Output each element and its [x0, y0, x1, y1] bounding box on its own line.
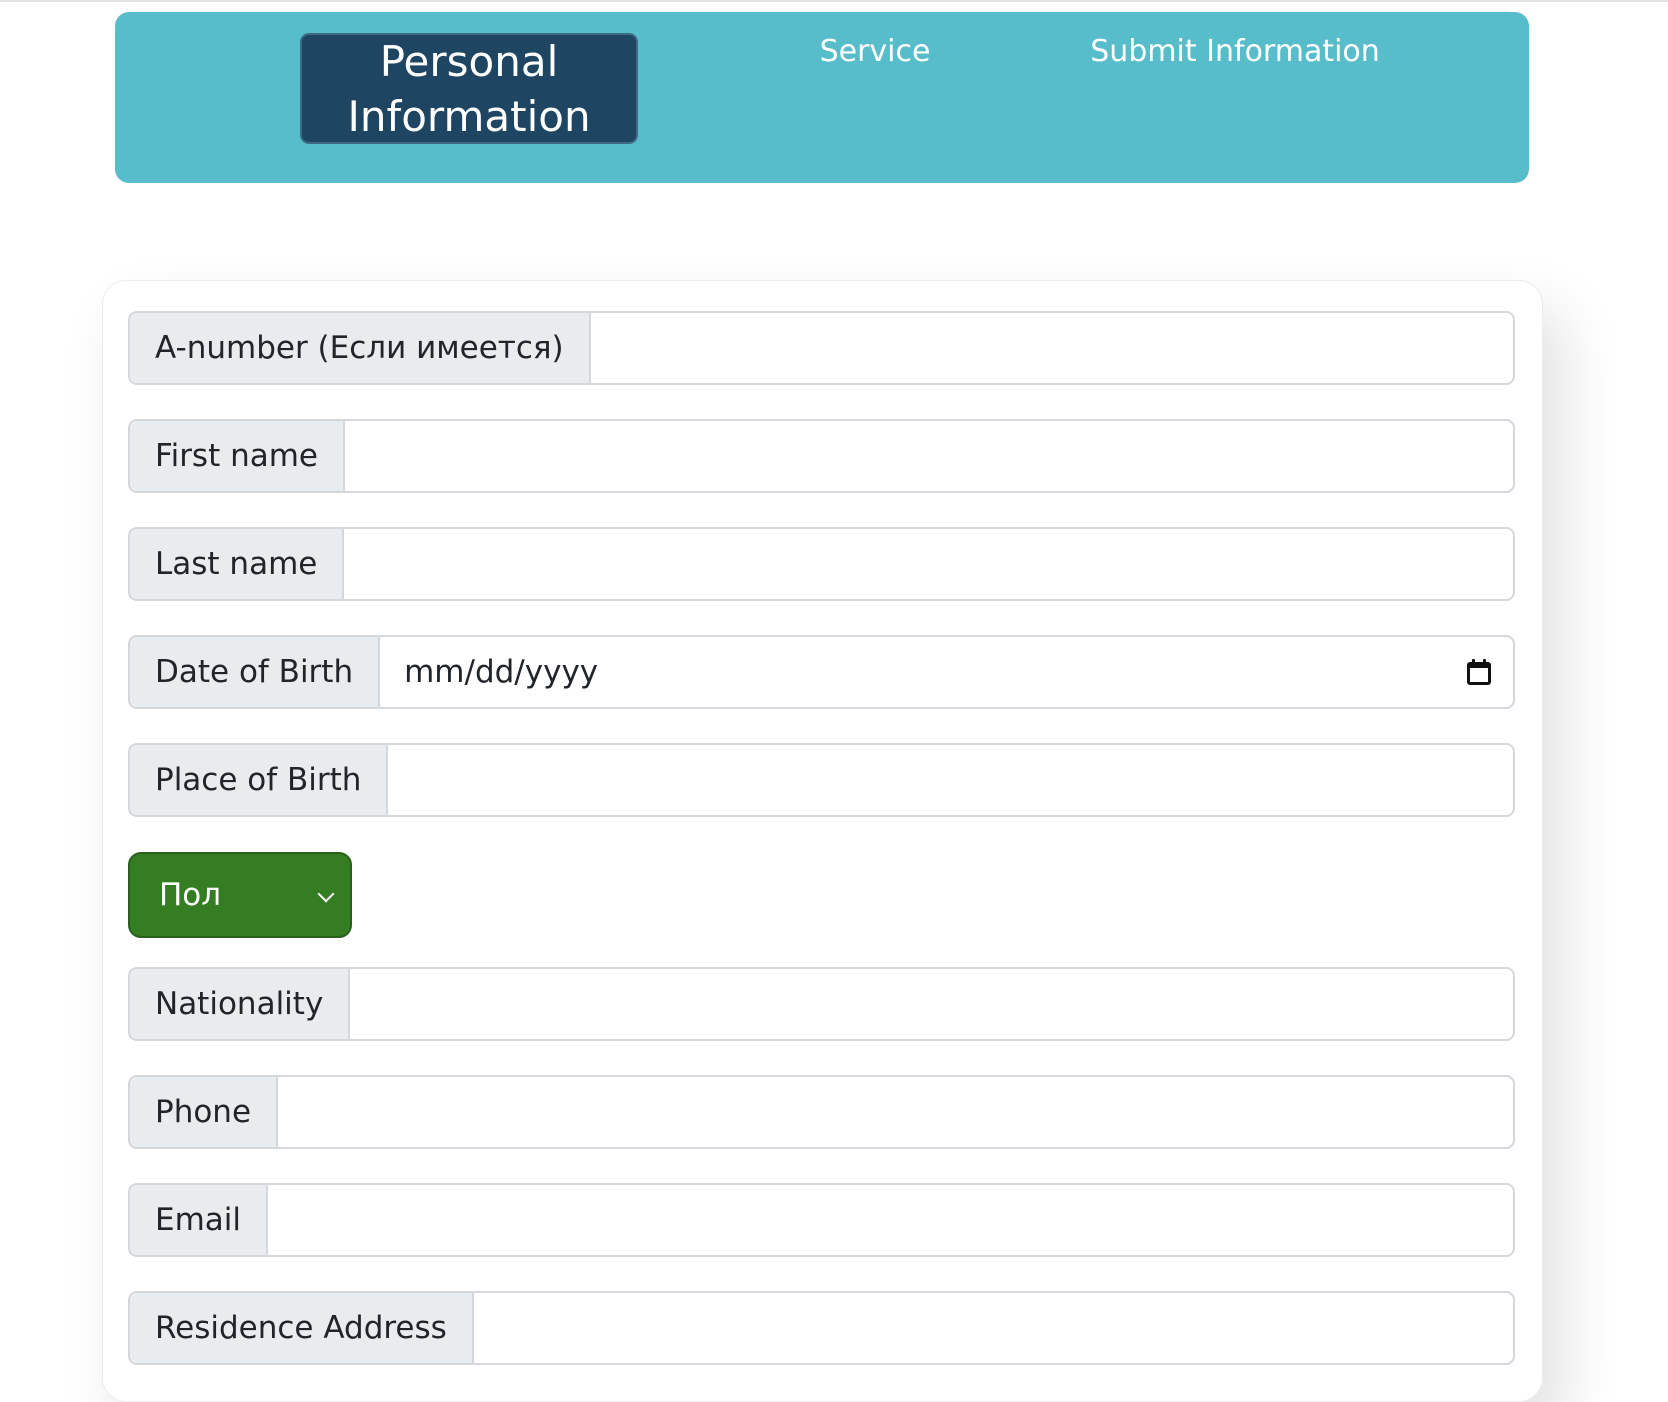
email-label: Email [130, 1185, 269, 1255]
tab-service[interactable]: Service [805, 32, 945, 72]
a-number-group: A-number (Если имеется) [128, 311, 1515, 385]
email-input[interactable] [268, 1185, 1513, 1255]
date-of-birth-label: Date of Birth [130, 637, 381, 707]
phone-group: Phone [128, 1075, 1515, 1149]
gender-select[interactable]: Пол [128, 852, 352, 938]
top-divider [0, 0, 1668, 2]
nationality-label: Nationality [130, 969, 351, 1039]
email-group: Email [128, 1183, 1515, 1257]
date-of-birth-input[interactable]: mm/dd/yyyy [380, 637, 1513, 707]
step-navigation: Personal Information Service Submit Info… [115, 12, 1529, 183]
tab-personal-information[interactable]: Personal Information [300, 33, 638, 144]
last-name-label: Last name [130, 529, 345, 599]
tab-personal-information-label: Personal Information [347, 36, 591, 141]
a-number-label: A-number (Если имеется) [130, 313, 591, 383]
residence-address-label: Residence Address [130, 1293, 474, 1363]
last-name-group: Last name [128, 527, 1515, 601]
calendar-icon[interactable] [1467, 659, 1491, 685]
last-name-input[interactable] [344, 529, 1513, 599]
a-number-input[interactable] [590, 313, 1513, 383]
place-of-birth-input[interactable] [388, 745, 1513, 815]
date-of-birth-placeholder: mm/dd/yyyy [404, 654, 599, 690]
first-name-label: First name [130, 421, 346, 491]
first-name-input[interactable] [345, 421, 1513, 491]
first-name-group: First name [128, 419, 1515, 493]
place-of-birth-label: Place of Birth [130, 745, 389, 815]
nationality-input[interactable] [350, 969, 1513, 1039]
residence-address-group: Residence Address [128, 1291, 1515, 1365]
tab-submit-information-label: Submit Information [1090, 34, 1380, 69]
nationality-group: Nationality [128, 967, 1515, 1041]
place-of-birth-group: Place of Birth [128, 743, 1515, 817]
gender-select-value: Пол [159, 877, 222, 913]
residence-address-input[interactable] [473, 1293, 1513, 1363]
tab-submit-information[interactable]: Submit Information [1070, 32, 1400, 72]
phone-input[interactable] [278, 1077, 1513, 1147]
tab-service-label: Service [819, 34, 931, 69]
chevron-down-icon [317, 885, 335, 903]
phone-label: Phone [130, 1077, 279, 1147]
date-of-birth-group: Date of Birth mm/dd/yyyy [128, 635, 1515, 709]
